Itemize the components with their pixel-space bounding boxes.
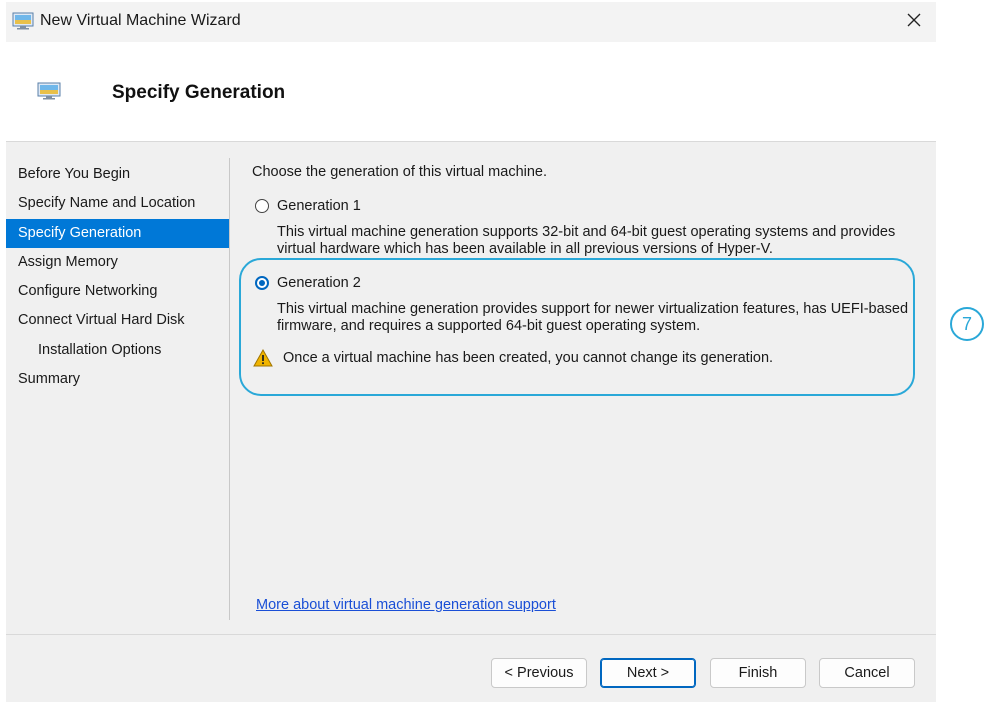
warning-icon bbox=[253, 348, 273, 367]
vm-monitor-icon bbox=[37, 82, 61, 100]
sidebar-item-connect-virtual-hard-disk[interactable]: Connect Virtual Hard Disk bbox=[6, 306, 230, 335]
sidebar-item-specify-generation[interactable]: Specify Generation bbox=[6, 218, 230, 248]
sidebar-item-installation-options[interactable]: Installation Options bbox=[6, 336, 230, 365]
vm-monitor-icon bbox=[12, 12, 34, 30]
cancel-button[interactable]: Cancel bbox=[819, 658, 915, 688]
generation-1-radio[interactable] bbox=[255, 199, 269, 213]
close-button[interactable] bbox=[898, 6, 930, 38]
close-icon bbox=[907, 13, 921, 32]
sidebar-item-before-you-begin[interactable]: Before You Begin bbox=[6, 160, 230, 189]
sidebar-item-configure-networking[interactable]: Configure Networking bbox=[6, 277, 230, 306]
generation-warning-text: Once a virtual machine has been created,… bbox=[283, 350, 774, 366]
wizard-steps-nav: Before You Begin Specify Name and Locati… bbox=[6, 160, 230, 394]
wizard-header: Specify Generation bbox=[6, 42, 936, 142]
step-callout-badge: 7 bbox=[950, 307, 984, 341]
generation-2-label[interactable]: Generation 2 bbox=[277, 275, 361, 291]
page-title: Specify Generation bbox=[112, 82, 286, 103]
generation-2-description-line: firmware, and requires a supported 64-bi… bbox=[277, 318, 701, 334]
title-bar: New Virtual Machine Wizard bbox=[6, 2, 936, 42]
generation-1-description-line: This virtual machine generation supports… bbox=[277, 224, 896, 240]
window-title: New Virtual Machine Wizard bbox=[40, 12, 241, 29]
generation-1-description: This virtual machine generation supports… bbox=[277, 224, 917, 258]
finish-button[interactable]: Finish bbox=[710, 658, 806, 688]
sidebar-divider bbox=[229, 158, 230, 620]
next-button[interactable]: Next > bbox=[600, 658, 696, 688]
sidebar-item-summary[interactable]: Summary bbox=[6, 365, 230, 394]
footer-divider bbox=[6, 634, 936, 635]
generation-prompt: Choose the generation of this virtual ma… bbox=[252, 164, 548, 180]
generation-2-radio[interactable] bbox=[255, 276, 269, 290]
generation-2-description: This virtual machine generation provides… bbox=[277, 301, 917, 335]
generation-1-label[interactable]: Generation 1 bbox=[277, 198, 361, 214]
generation-1-description-line: virtual hardware which has been availabl… bbox=[277, 241, 773, 257]
wizard-window: New Virtual Machine Wizard Specify Gener… bbox=[6, 2, 936, 702]
sidebar-item-assign-memory[interactable]: Assign Memory bbox=[6, 248, 230, 277]
sidebar-item-specify-name-location[interactable]: Specify Name and Location bbox=[6, 189, 230, 218]
generation-2-description-line: This virtual machine generation provides… bbox=[277, 301, 909, 317]
generation-help-link[interactable]: More about virtual machine generation su… bbox=[256, 597, 556, 613]
previous-button[interactable]: < Previous bbox=[491, 658, 587, 688]
